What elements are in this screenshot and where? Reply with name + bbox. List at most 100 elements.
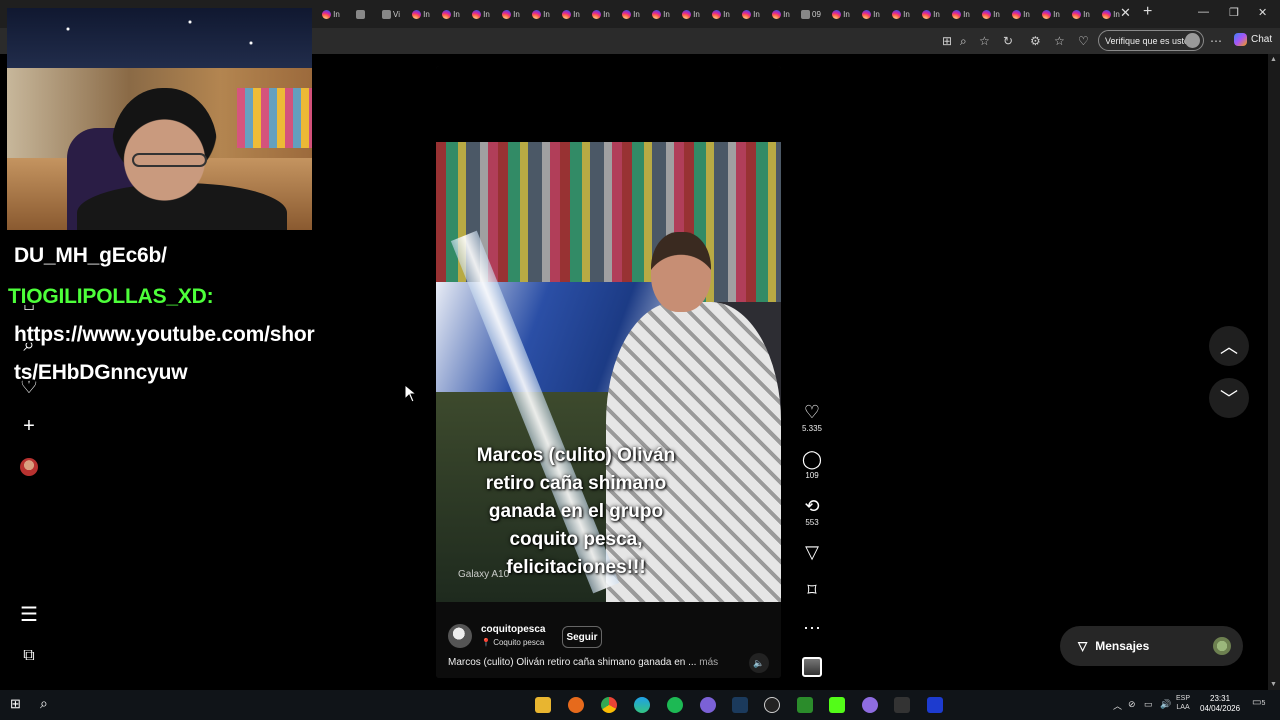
- site-favicon-icon: [382, 9, 392, 19]
- tab-label: In: [723, 9, 730, 19]
- network-icon[interactable]: ▭: [1144, 700, 1153, 709]
- more-link[interactable]: más: [699, 657, 718, 668]
- spotify-icon[interactable]: [667, 697, 683, 713]
- send-icon[interactable]: ▽: [797, 542, 827, 562]
- previous-reel-button[interactable]: ︿: [1209, 326, 1249, 366]
- terminal-icon[interactable]: [894, 697, 910, 713]
- browser-tab[interactable]: In: [1036, 3, 1066, 25]
- browser-tab[interactable]: In: [766, 3, 796, 25]
- taskbar-search-icon[interactable]: ⌕: [40, 695, 56, 711]
- browser-tab[interactable]: In: [826, 3, 856, 25]
- browser-tab[interactable]: In: [316, 3, 346, 25]
- browser-tab[interactable]: In: [556, 3, 586, 25]
- windows-start-icon[interactable]: ⊞: [10, 696, 26, 712]
- favorite-star-icon[interactable]: ☆: [979, 34, 990, 48]
- tray-chevron-icon[interactable]: ︿: [1113, 702, 1122, 711]
- like-action[interactable]: ♡ 5.335: [797, 402, 827, 433]
- follow-button[interactable]: Seguir: [562, 626, 602, 648]
- more-action[interactable]: ⋯: [797, 618, 827, 638]
- repost-icon[interactable]: ⟲: [797, 496, 827, 516]
- reel-description[interactable]: Marcos (culito) Oliván retiro caña shima…: [448, 657, 718, 668]
- heart-icon[interactable]: ♡: [797, 402, 827, 422]
- browser-tab[interactable]: In: [466, 3, 496, 25]
- language-indicator[interactable]: ESP LAA: [1176, 694, 1190, 712]
- reel-video-frame[interactable]: Marcos (culito) Oliván retiro caña shima…: [436, 142, 781, 602]
- minimize-icon[interactable]: —: [1198, 6, 1209, 18]
- browser-tab[interactable]: Vi: [376, 3, 406, 25]
- browser-tab[interactable]: In: [586, 3, 616, 25]
- bookmark-icon[interactable]: ⌑: [797, 580, 827, 600]
- comment-action[interactable]: ◯ 109: [797, 449, 827, 480]
- description-text: Marcos (culito) Oliván retiro caña shima…: [448, 657, 697, 668]
- maximize-icon[interactable]: ❐: [1229, 6, 1239, 19]
- author-name[interactable]: coquitopesca: [481, 624, 545, 635]
- browser-tab[interactable]: In: [406, 3, 436, 25]
- app-install-icon[interactable]: ⊞: [942, 34, 952, 48]
- copilot-chat-button[interactable]: Chat: [1234, 33, 1272, 46]
- browser-tab[interactable]: In: [856, 3, 886, 25]
- browser-tab[interactable]: [346, 3, 376, 25]
- profile-avatar[interactable]: [20, 458, 38, 476]
- apps-grid-icon[interactable]: ⧉: [18, 645, 40, 667]
- browser-tab[interactable]: In: [1006, 3, 1036, 25]
- system-clock[interactable]: 23:31 04/04/2026: [1200, 694, 1240, 714]
- new-tab-button[interactable]: +: [1143, 3, 1152, 21]
- chevron-up-icon: ︿: [1220, 337, 1238, 357]
- browser-tab[interactable]: In: [496, 3, 526, 25]
- browser-tab[interactable]: In: [736, 3, 766, 25]
- scrollbar[interactable]: ▲ ▼: [1268, 54, 1280, 690]
- more-options-icon[interactable]: ⋯: [797, 618, 827, 638]
- scroll-down-icon[interactable]: ▼: [1270, 681, 1277, 688]
- verify-identity-button[interactable]: Verifique que es usted: [1098, 30, 1204, 51]
- mute-button[interactable]: 🔈: [749, 653, 769, 673]
- app-icon[interactable]: [797, 697, 813, 713]
- extensions-icon[interactable]: ⚙: [1030, 34, 1041, 48]
- collections-icon[interactable]: ♡: [1078, 34, 1089, 48]
- favorites-icon[interactable]: ☆: [1054, 34, 1065, 48]
- chevron-down-icon: ﹀: [1220, 389, 1238, 409]
- share-action[interactable]: ▽: [797, 542, 827, 562]
- obs-icon[interactable]: [764, 697, 780, 713]
- firefox-icon[interactable]: [568, 697, 584, 713]
- browser-tab[interactable]: In: [646, 3, 676, 25]
- notion-icon[interactable]: [927, 697, 943, 713]
- menu-icon[interactable]: ☰: [18, 603, 40, 626]
- volume-icon[interactable]: 🔊: [1160, 700, 1171, 709]
- file-explorer-icon[interactable]: [535, 697, 551, 713]
- scroll-up-icon[interactable]: ▲: [1270, 56, 1277, 63]
- browser-tab[interactable]: In: [886, 3, 916, 25]
- app-icon[interactable]: [862, 697, 878, 713]
- kick-icon[interactable]: [829, 697, 845, 713]
- zoom-icon[interactable]: ⌕: [960, 34, 967, 49]
- browser-tab[interactable]: In: [616, 3, 646, 25]
- browser-tab[interactable]: In: [946, 3, 976, 25]
- notifications-icon[interactable]: ▭5: [1252, 698, 1265, 708]
- browser-tab[interactable]: In: [436, 3, 466, 25]
- save-action[interactable]: ⌑: [797, 580, 827, 600]
- more-options-icon[interactable]: ⋯: [1210, 34, 1222, 48]
- steam-icon[interactable]: [732, 697, 748, 713]
- messages-button[interactable]: ▽ Mensajes: [1060, 626, 1243, 666]
- repost-action[interactable]: ⟲ 553: [797, 496, 827, 527]
- tray-app-icon[interactable]: ⊘: [1128, 700, 1136, 709]
- create-plus-icon[interactable]: +: [18, 415, 40, 437]
- discord-icon[interactable]: [700, 697, 716, 713]
- browser-tab[interactable]: In: [706, 3, 736, 25]
- author-location[interactable]: 📍 Coquito pesca: [481, 638, 544, 647]
- browser-tab[interactable]: 09: [796, 3, 826, 25]
- browser-tab[interactable]: In: [1066, 3, 1096, 25]
- next-reel-button[interactable]: ﹀: [1209, 378, 1249, 418]
- author-avatar[interactable]: [448, 624, 472, 648]
- chrome-icon[interactable]: [601, 697, 617, 713]
- close-tab-icon[interactable]: ✕: [1120, 5, 1131, 21]
- audio-thumbnail[interactable]: [802, 657, 822, 677]
- browser-tab[interactable]: In: [526, 3, 556, 25]
- refresh-icon[interactable]: ↻: [1003, 34, 1013, 48]
- comment-icon[interactable]: ◯: [797, 449, 827, 469]
- edge-icon[interactable]: [634, 697, 650, 713]
- browser-tab[interactable]: In: [676, 3, 706, 25]
- browser-tab[interactable]: In: [976, 3, 1006, 25]
- browser-tab[interactable]: In: [916, 3, 946, 25]
- reel-player[interactable]: Marcos (culito) Oliván retiro caña shima…: [436, 66, 781, 678]
- close-window-icon[interactable]: ✕: [1258, 6, 1267, 19]
